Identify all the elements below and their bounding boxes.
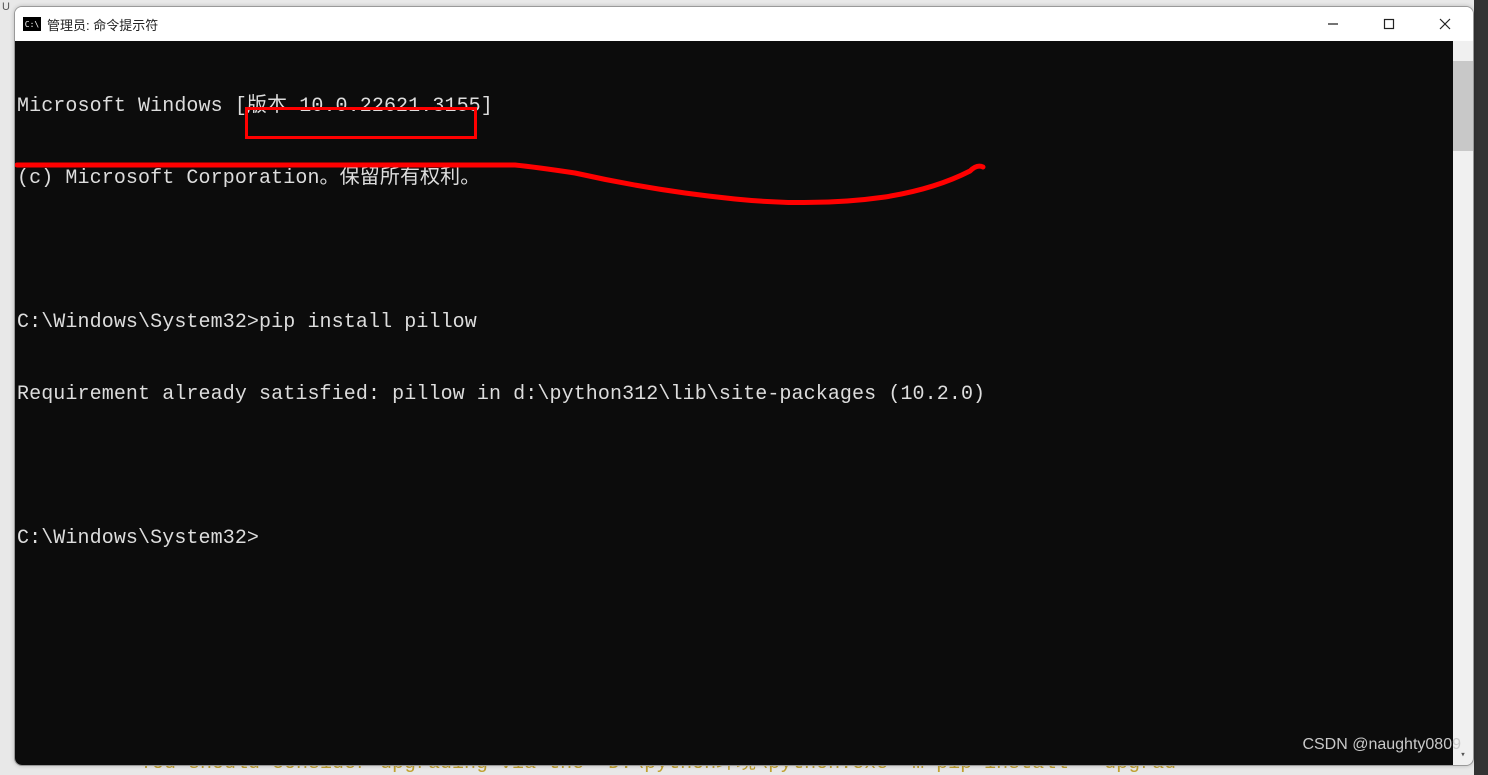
vertical-scrollbar[interactable]: ▴ ▾ [1453,41,1473,765]
scrollbar-down-arrow[interactable]: ▾ [1453,745,1473,765]
terminal-blank [15,239,1473,263]
terminal-line-copyright: (c) Microsoft Corporation。保留所有权利。 [15,167,1473,191]
scrollbar-thumb[interactable] [1453,61,1473,151]
cmd-app-icon: C:\ [23,17,41,31]
terminal-line-version: Microsoft Windows [版本 10.0.22621.3155] [15,95,1473,119]
terminal-blank-2 [15,455,1473,479]
csdn-watermark: CSDN @naughty0809 [1302,733,1461,757]
background-right-sliver [1474,0,1488,775]
window-controls [1305,7,1473,41]
typed-command: pip install pillow [259,311,477,334]
close-button[interactable] [1417,7,1473,41]
window-title: 管理员: 命令提示符 [47,15,158,34]
terminal-prompt-1: C:\Windows\System32>pip install pillow [15,311,1473,335]
prompt-path: C:\Windows\System32> [17,311,259,334]
cmd-window: C:\ 管理员: 命令提示符 Microsoft Windows [版本 10.… [14,6,1474,766]
scrollbar-track[interactable] [1453,61,1473,745]
minimize-button[interactable] [1305,7,1361,41]
maximize-button[interactable] [1361,7,1417,41]
terminal-output-line: Requirement already satisfied: pillow in… [15,383,1473,407]
titlebar[interactable]: C:\ 管理员: 命令提示符 [15,7,1473,41]
terminal-prompt-2: C:\Windows\System32> [15,527,1473,551]
terminal-area[interactable]: Microsoft Windows [版本 10.0.22621.3155] (… [15,41,1473,765]
background-left-sliver: U [0,0,14,775]
